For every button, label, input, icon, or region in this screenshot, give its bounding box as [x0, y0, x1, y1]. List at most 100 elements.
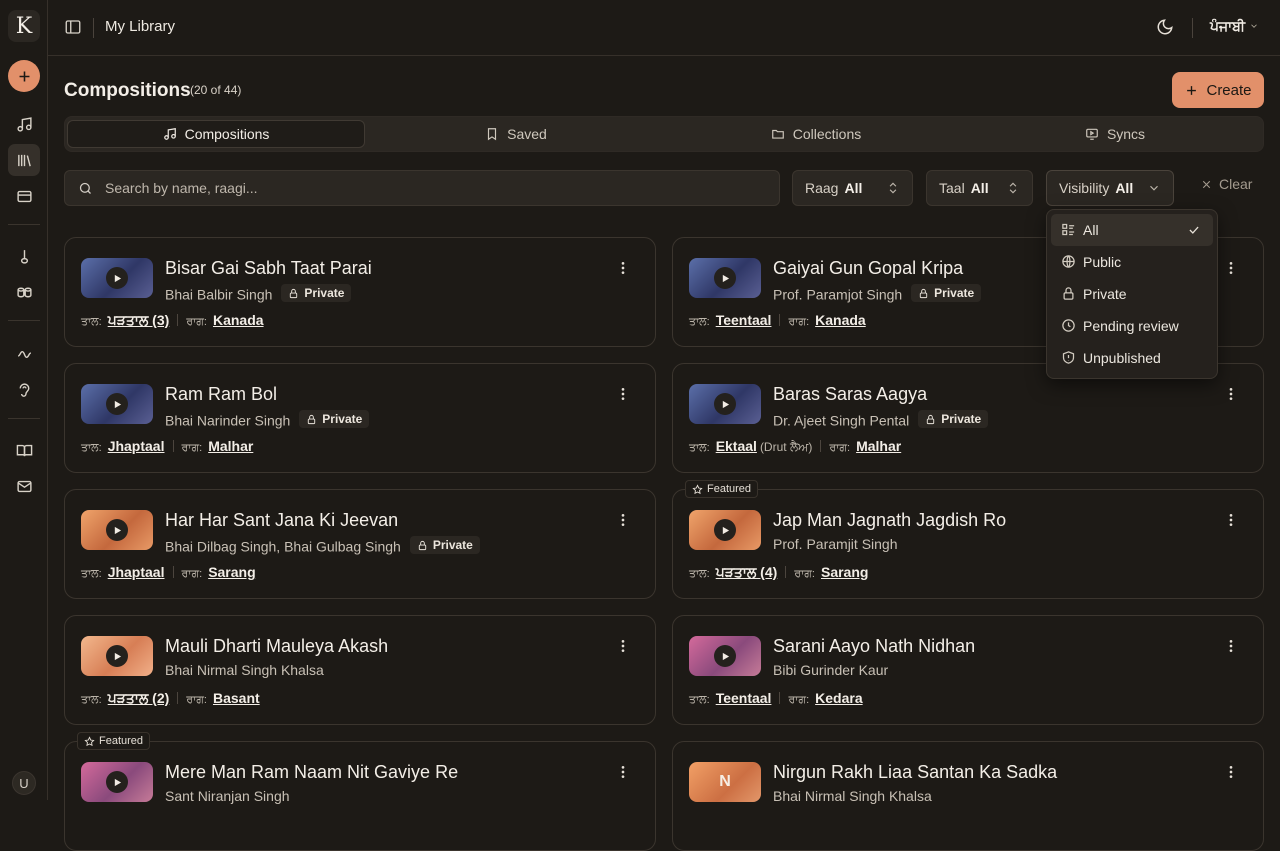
raag-filter[interactable]: Raag All — [792, 170, 913, 206]
taal-link[interactable]: Ektaal — [716, 438, 757, 454]
visibility-option-all[interactable]: All — [1051, 214, 1213, 246]
artist-name: Prof. Paramjit Singh — [773, 536, 898, 552]
raag-label: ਰਾਗ: — [788, 694, 810, 706]
composition-thumbnail[interactable]: N — [689, 762, 761, 802]
more-options-button[interactable] — [615, 512, 631, 528]
composition-thumbnail[interactable] — [81, 510, 153, 550]
composition-title[interactable]: Sarani Aayo Nath Nidhan — [773, 636, 975, 657]
composition-card[interactable]: Featured Jap Man Jagnath Jagdish Ro Prof. … — [672, 480, 1264, 599]
composition-thumbnail[interactable] — [689, 384, 761, 424]
play-button[interactable] — [106, 771, 128, 793]
more-options-button[interactable] — [1223, 386, 1239, 402]
raag-link[interactable]: Malhar — [208, 438, 253, 454]
taal-link[interactable]: Jhaptaal — [108, 564, 165, 580]
tab-syncs[interactable]: Syncs — [967, 120, 1263, 148]
tab-compositions[interactable]: Compositions — [67, 120, 365, 148]
language-selector[interactable]: ਪੰਜਾਬੀ — [1210, 18, 1259, 35]
tab-saved[interactable]: Saved — [367, 120, 665, 148]
more-options-button[interactable] — [1223, 512, 1239, 528]
play-button[interactable] — [106, 393, 128, 415]
chevron-down-icon — [1251, 24, 1257, 28]
tab-collections[interactable]: Collections — [667, 120, 965, 148]
composition-title[interactable]: Bisar Gai Sabh Taat Parai — [165, 258, 372, 279]
taal-link[interactable]: Jhaptaal — [108, 438, 165, 454]
clear-filters-button[interactable]: Clear — [1200, 176, 1252, 192]
play-button[interactable] — [714, 645, 736, 667]
composition-thumbnail[interactable] — [689, 510, 761, 550]
composition-card[interactable]: Featured Mere Man Ram Naam Nit Gaviye Re S… — [64, 732, 656, 851]
visibility-option-private[interactable]: Private — [1051, 278, 1213, 310]
composition-title[interactable]: Ram Ram Bol — [165, 384, 277, 405]
rail-billing-button[interactable] — [8, 180, 40, 212]
play-button[interactable] — [106, 519, 128, 541]
visibility-option-public[interactable]: Public — [1051, 246, 1213, 278]
raag-link[interactable]: Basant — [213, 690, 260, 706]
raag-link[interactable]: Kedara — [815, 690, 862, 706]
more-options-button[interactable] — [615, 764, 631, 780]
visibility-option-unpublished[interactable]: Unpublished — [1051, 342, 1213, 374]
theme-toggle-button[interactable] — [1156, 18, 1176, 38]
raag-link[interactable]: Kanada — [213, 312, 264, 328]
more-options-button[interactable] — [615, 638, 631, 654]
raag-link[interactable]: Sarang — [821, 564, 868, 580]
composition-thumbnail[interactable] — [81, 762, 153, 802]
composition-title[interactable]: Mauli Dharti Mauleya Akash — [165, 636, 388, 657]
rail-library-button[interactable] — [8, 144, 40, 176]
rail-compositions-button[interactable] — [8, 108, 40, 140]
more-options-button[interactable] — [1223, 638, 1239, 654]
play-button[interactable] — [714, 393, 736, 415]
play-button[interactable] — [106, 645, 128, 667]
composition-card[interactable]: Baras Saras Aagya Dr. Ajeet Singh Pental P… — [672, 363, 1264, 473]
composition-card[interactable]: Mauli Dharti Mauleya Akash Bhai Nirmal Si… — [64, 615, 656, 725]
composition-title[interactable]: Baras Saras Aagya — [773, 384, 927, 405]
rail-docs-button[interactable] — [8, 434, 40, 466]
toggle-sidebar-button[interactable] — [64, 18, 84, 38]
rail-contact-button[interactable] — [8, 470, 40, 502]
taal-link[interactable]: ਪੜਤਾਲ (4) — [716, 564, 778, 580]
composition-thumbnail[interactable] — [81, 636, 153, 676]
visibility-option-pending-review[interactable]: Pending review — [1051, 310, 1213, 342]
composition-thumbnail[interactable] — [81, 384, 153, 424]
chevron-down-icon — [1150, 185, 1158, 191]
play-button[interactable] — [106, 267, 128, 289]
create-button[interactable]: Create — [1172, 72, 1264, 108]
composition-card[interactable]: Har Har Sant Jana Ki Jeevan Bhai Dilbag S… — [64, 489, 656, 599]
raag-link[interactable]: Kanada — [815, 312, 866, 328]
composition-title[interactable]: Gaiyai Gun Gopal Kripa — [773, 258, 963, 279]
composition-card[interactable]: Bisar Gai Sabh Taat Parai Bhai Balbir Sin… — [64, 237, 656, 347]
taal-filter[interactable]: Taal All — [926, 170, 1033, 206]
more-options-button[interactable] — [1223, 260, 1239, 276]
more-options-button[interactable] — [615, 260, 631, 276]
play-button[interactable] — [714, 267, 736, 289]
taal-link[interactable]: ਪੜਤਾਲ (2) — [108, 690, 170, 706]
composition-thumbnail[interactable] — [81, 258, 153, 298]
composition-card[interactable]: Ram Ram Bol Bhai Narinder Singh Private ਤਾ… — [64, 363, 656, 473]
rail-tabla-button[interactable] — [8, 276, 40, 308]
taal-link[interactable]: Teentaal — [716, 312, 772, 328]
tabla-icon — [16, 287, 32, 297]
raag-link[interactable]: Sarang — [208, 564, 255, 580]
composition-title[interactable]: Jap Man Jagnath Jagdish Ro — [773, 510, 1006, 531]
rail-ear-training-button[interactable] — [8, 374, 40, 406]
composition-thumbnail[interactable] — [689, 258, 761, 298]
composition-title[interactable]: Nirgun Rakh Liaa Santan Ka Sadka — [773, 762, 1057, 783]
user-avatar[interactable]: U — [12, 771, 36, 795]
taal-link[interactable]: Teentaal — [716, 690, 772, 706]
app-logo[interactable]: K — [8, 10, 40, 42]
quick-add-button[interactable] — [8, 60, 40, 92]
option-label: Public — [1083, 254, 1122, 270]
more-options-button[interactable] — [1223, 764, 1239, 780]
taal-link[interactable]: ਪੜਤਾਲ (3) — [108, 312, 170, 328]
search-input[interactable] — [105, 171, 765, 205]
composition-title[interactable]: Mere Man Ram Naam Nit Gaviye Re — [165, 762, 458, 783]
composition-card[interactable]: N Nirgun Rakh Liaa Santan Ka Sadka Bhai Ni… — [672, 741, 1264, 851]
rail-integrations-button[interactable] — [8, 338, 40, 370]
play-button[interactable] — [714, 519, 736, 541]
more-options-button[interactable] — [615, 386, 631, 402]
raag-link[interactable]: Malhar — [856, 438, 901, 454]
composition-card[interactable]: Sarani Aayo Nath Nidhan Bibi Gurinder Kau… — [672, 615, 1264, 725]
composition-thumbnail[interactable] — [689, 636, 761, 676]
rail-tanpura-button[interactable] — [8, 240, 40, 272]
visibility-filter[interactable]: Visibility All — [1046, 170, 1174, 206]
composition-title[interactable]: Har Har Sant Jana Ki Jeevan — [165, 510, 398, 531]
